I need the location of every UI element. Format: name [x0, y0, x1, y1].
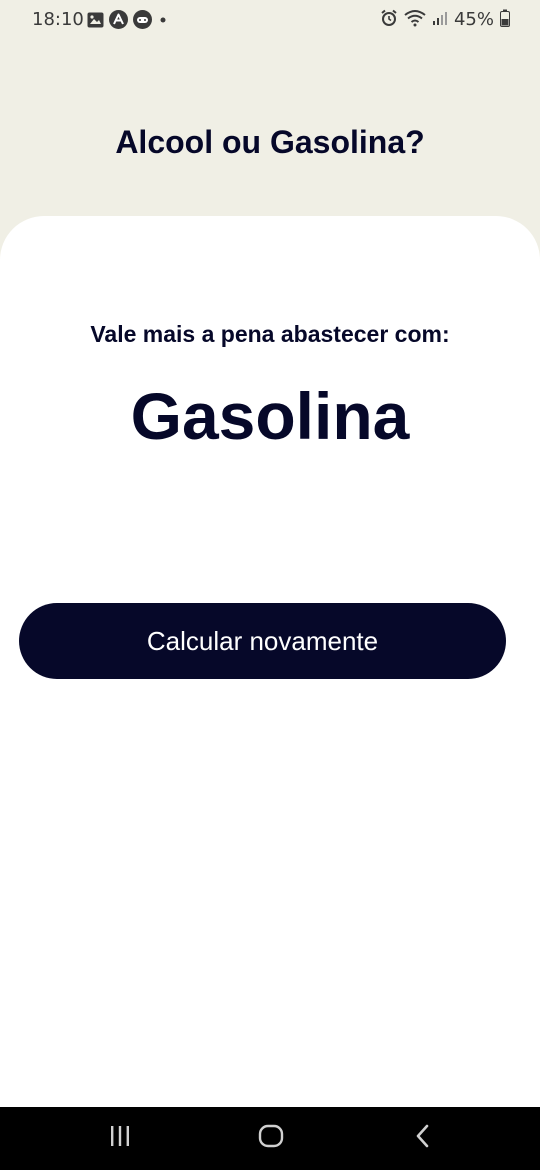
- alarm-icon: [380, 9, 398, 31]
- status-bar: 18:10 45%: [0, 0, 540, 40]
- result-fuel: Gasolina: [130, 379, 410, 453]
- recent-apps-button[interactable]: [80, 1107, 160, 1170]
- a-badge-icon: [109, 10, 128, 33]
- back-icon: [415, 1124, 431, 1153]
- app-header: Alcool ou Gasolina?: [0, 40, 540, 220]
- recent-apps-icon: [108, 1125, 132, 1152]
- gallery-icon: [87, 12, 104, 32]
- battery-icon: [500, 9, 510, 31]
- signal-icon: [432, 10, 448, 30]
- game-icon: [133, 10, 152, 33]
- home-icon: [258, 1124, 284, 1153]
- status-time: 18:10: [32, 9, 84, 30]
- status-notification-icons: [87, 10, 169, 33]
- calculate-again-button[interactable]: Calcular novamente: [19, 603, 506, 679]
- wifi-icon: [404, 9, 426, 31]
- navigation-bar: [0, 1107, 540, 1170]
- back-button[interactable]: [383, 1107, 463, 1170]
- home-button[interactable]: [231, 1107, 311, 1170]
- dot-icon: [157, 10, 169, 33]
- result-subtitle: Vale mais a pena abastecer com:: [90, 321, 450, 347]
- status-system-icons: 45%: [380, 8, 510, 32]
- battery-percent: 45%: [453, 9, 494, 30]
- result-card: Vale mais a pena abastecer com: Gasolina…: [0, 216, 540, 1107]
- page-title: Alcool ou Gasolina?: [115, 124, 425, 160]
